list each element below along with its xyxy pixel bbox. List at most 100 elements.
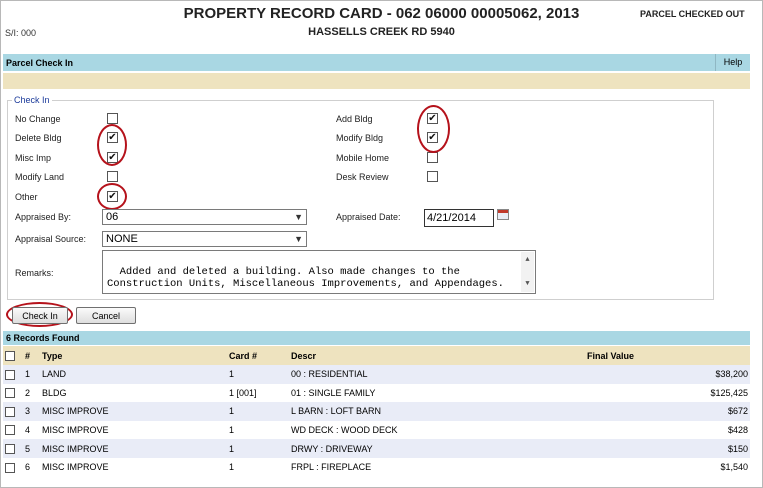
si-number: S/I: 000: [5, 28, 37, 38]
calendar-icon[interactable]: [497, 209, 509, 220]
row-checkbox[interactable]: [5, 425, 15, 436]
remarks-scrollbar[interactable]: ▲ ▼: [521, 252, 534, 292]
other-highlight-ring: [97, 183, 127, 210]
other-label: Other: [15, 192, 38, 202]
add-modify-highlight-ring: [417, 105, 450, 153]
desk-review-checkbox[interactable]: [427, 171, 438, 182]
panel-header: Parcel Check In Help: [3, 54, 750, 71]
row-descr: FRPL : FIREPLACE: [289, 457, 585, 477]
row-descr: WD DECK : WOOD DECK: [289, 420, 585, 440]
chevron-down-icon: ▼: [294, 212, 303, 222]
row-final-value: $672: [585, 402, 750, 421]
delete-misc-highlight-ring: [97, 124, 127, 166]
row-checkbox[interactable]: [5, 406, 15, 417]
toolbar-strip: [3, 73, 750, 89]
row-final-value: $1,540: [585, 457, 750, 477]
table-row[interactable]: 5 MISC IMPROVE 1 DRWY : DRIVEWAY $150: [3, 439, 750, 458]
row-type: MISC IMPROVE: [40, 457, 227, 477]
appraised-date-label: Appraised Date:: [336, 212, 401, 222]
row-checkbox[interactable]: [5, 462, 15, 473]
row-type: LAND: [40, 365, 227, 384]
check-in-button[interactable]: Check In: [12, 307, 68, 324]
row-type: MISC IMPROVE: [40, 439, 227, 458]
panel-title: Parcel Check In: [6, 58, 74, 68]
row-num: 4: [23, 420, 40, 440]
row-type: MISC IMPROVE: [40, 420, 227, 440]
row-select-cell: [3, 420, 23, 440]
no-change-checkbox[interactable]: [107, 113, 118, 124]
check-in-legend: Check In: [14, 95, 50, 105]
row-select-cell: [3, 439, 23, 458]
row-descr: L BARN : LOFT BARN: [289, 402, 585, 421]
row-card: 1: [227, 365, 289, 384]
records-count: 6 Records Found: [6, 333, 80, 343]
parcel-address: HASSELLS CREEK RD 5940: [308, 26, 455, 38]
select-all-checkbox[interactable]: [5, 350, 15, 361]
table-row[interactable]: 2 BLDG 1 [001] 01 : SINGLE FAMILY $125,425: [3, 383, 750, 403]
row-descr: DRWY : DRIVEWAY: [289, 439, 585, 458]
appraisal-source-value: NONE: [106, 233, 138, 245]
row-type: BLDG: [40, 383, 227, 403]
table-row[interactable]: 1 LAND 1 00 : RESIDENTIAL $38,200: [3, 365, 750, 384]
no-change-label: No Change: [15, 114, 61, 124]
row-card: 1: [227, 439, 289, 458]
appraised-by-select[interactable]: 06 ▼: [102, 209, 307, 225]
col-type: Type: [40, 346, 227, 365]
row-descr: 01 : SINGLE FAMILY: [289, 383, 585, 403]
row-card: 1: [227, 402, 289, 421]
mobile-home-checkbox[interactable]: [427, 152, 438, 163]
row-checkbox[interactable]: [5, 443, 15, 454]
col-card: Card #: [227, 346, 289, 365]
desk-review-label: Desk Review: [336, 172, 389, 182]
appraised-by-label: Appraised By:: [15, 212, 72, 222]
delete-bldg-label: Delete Bldg: [15, 133, 62, 143]
records-header: 6 Records Found: [3, 331, 750, 345]
appraisal-source-label: Appraisal Source:: [15, 234, 87, 244]
help-link[interactable]: Help: [715, 54, 750, 71]
row-select-cell: [3, 365, 23, 384]
row-final-value: $150: [585, 439, 750, 458]
row-card: 1: [227, 420, 289, 440]
select-all-cell: [3, 346, 23, 365]
modify-land-checkbox[interactable]: [107, 171, 118, 182]
table-row[interactable]: 4 MISC IMPROVE 1 WD DECK : WOOD DECK $428: [3, 420, 750, 440]
col-descr: Descr: [289, 346, 585, 365]
table-header-row: # Type Card # Descr Final Value: [3, 346, 750, 365]
records-table: # Type Card # Descr Final Value 1 LAND 1 00…: [3, 346, 750, 477]
row-num: 5: [23, 439, 40, 458]
row-checkbox[interactable]: [5, 388, 15, 399]
row-checkbox[interactable]: [5, 369, 15, 380]
col-num: #: [23, 346, 40, 365]
parcel-status: PARCEL CHECKED OUT: [640, 9, 745, 19]
row-num: 1: [23, 365, 40, 384]
row-select-cell: [3, 402, 23, 421]
row-card: 1: [227, 457, 289, 477]
row-num: 3: [23, 402, 40, 421]
row-final-value: $428: [585, 420, 750, 440]
appraised-date-input[interactable]: 4/21/2014: [424, 209, 494, 227]
appraised-by-value: 06: [106, 211, 119, 223]
table-row[interactable]: 6 MISC IMPROVE 1 FRPL : FIREPLACE $1,540: [3, 457, 750, 477]
row-type: MISC IMPROVE: [40, 402, 227, 421]
modify-bldg-label: Modify Bldg: [336, 133, 384, 143]
row-select-cell: [3, 457, 23, 477]
add-bldg-label: Add Bldg: [336, 114, 373, 124]
row-final-value: $125,425: [585, 383, 750, 403]
remarks-label: Remarks:: [15, 268, 54, 278]
row-num: 2: [23, 383, 40, 403]
modify-land-label: Modify Land: [15, 172, 65, 182]
cancel-button[interactable]: Cancel: [76, 307, 136, 324]
mobile-home-label: Mobile Home: [336, 153, 390, 163]
row-select-cell: [3, 383, 23, 403]
scroll-up-icon[interactable]: ▲: [521, 254, 534, 266]
chevron-down-icon: ▼: [294, 234, 303, 244]
col-final-value: Final Value: [585, 346, 750, 365]
row-descr: 00 : RESIDENTIAL: [289, 365, 585, 384]
row-final-value: $38,200: [585, 365, 750, 384]
appraisal-source-select[interactable]: NONE ▼: [102, 231, 307, 247]
misc-imp-label: Misc Imp: [15, 153, 51, 163]
remarks-textarea[interactable]: Added and deleted a building. Also made …: [102, 250, 536, 294]
table-row[interactable]: 3 MISC IMPROVE 1 L BARN : LOFT BARN $672: [3, 402, 750, 421]
scroll-down-icon[interactable]: ▼: [521, 278, 534, 290]
remarks-text: Added and deleted a building. Also made …: [107, 266, 504, 290]
